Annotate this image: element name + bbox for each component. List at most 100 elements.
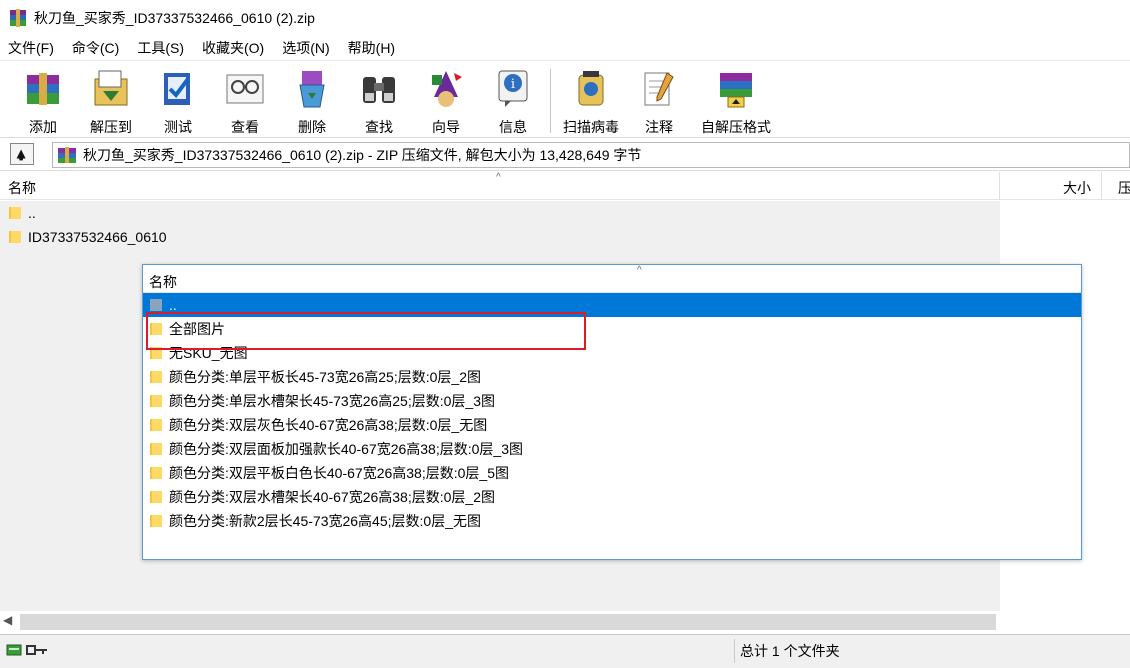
find-label: 查找 — [365, 119, 393, 135]
horizontal-scrollbar[interactable]: ◀ — [0, 611, 1000, 633]
popup-item[interactable]: 颜色分类:新款2层长45-73宽26高45;层数:0层_无图 — [149, 509, 481, 533]
folder-icon — [150, 419, 162, 431]
status-text: 总计 1 个文件夹 — [740, 643, 840, 659]
test-icon — [164, 73, 190, 105]
virus-scan-label: 扫描病毒 — [563, 119, 619, 135]
popup-item-name: 颜色分类:新款2层长45-73宽26高45;层数:0层_无图 — [169, 513, 481, 529]
svg-text:i: i — [511, 77, 515, 92]
key-icon — [26, 645, 47, 655]
test-label: 测试 — [164, 119, 192, 135]
view-label: 查看 — [231, 119, 259, 135]
list-item[interactable]: ID37337532466_0610 — [8, 225, 167, 249]
menu-commands[interactable]: 命令(C) — [70, 36, 121, 60]
extract-to-label: 解压到 — [90, 119, 132, 135]
menu-tools[interactable]: 工具(S) — [135, 36, 186, 60]
virus-scan-icon — [578, 71, 604, 106]
wizard-icon — [432, 71, 462, 107]
info-icon: i — [498, 70, 528, 107]
drive-icon — [6, 644, 22, 656]
scrollbar-track[interactable] — [20, 614, 996, 630]
test-button[interactable]: 测试 — [145, 67, 211, 135]
popup-column-name[interactable]: 名称 — [149, 272, 177, 292]
wizard-button[interactable]: 向导 — [413, 67, 479, 135]
folder-icon — [150, 467, 162, 479]
column-size[interactable]: 大小 — [1063, 178, 1091, 198]
delete-icon — [299, 71, 325, 108]
column-divider[interactable] — [999, 172, 1000, 200]
file-list-header: 名称 ^ 大小 压 — [0, 172, 1130, 200]
wizard-label: 向导 — [432, 119, 460, 135]
add-icon — [27, 73, 59, 105]
delete-button[interactable]: 删除 — [279, 67, 345, 135]
view-icon — [226, 74, 264, 104]
popup-item-name: .. — [169, 297, 177, 313]
sfx-label: 自解压格式 — [701, 119, 771, 135]
menu-favorites[interactable]: 收藏夹(O) — [200, 36, 266, 60]
folder-icon — [150, 443, 162, 455]
sort-ascending-icon: ^ — [496, 172, 501, 183]
title-bar: 秋刀鱼_买家秀_ID37337532466_0610 (2).zip — [0, 0, 1130, 36]
popup-item-name: 颜色分类:双层灰色长40-67宽26高38;层数:0层_无图 — [169, 417, 488, 433]
sfx-icon — [720, 73, 752, 108]
add-label: 添加 — [29, 119, 57, 135]
popup-item-name: 颜色分类:双层面板加强款长40-67宽26高38;层数:0层_3图 — [169, 441, 523, 457]
column-packed[interactable]: 压 — [1118, 178, 1130, 198]
popup-item-name: 颜色分类:双层平板白色长40-67宽26高38;层数:0层_5图 — [169, 465, 509, 481]
address-bar: 秋刀鱼_买家秀_ID37337532466_0610 (2).zip - ZIP… — [0, 139, 1130, 171]
comment-icon — [644, 72, 674, 106]
folder-icon — [9, 207, 21, 219]
virus-scan-button[interactable]: 扫描病毒 — [558, 67, 624, 135]
sort-ascending-icon: ^ — [637, 265, 642, 276]
menu-help[interactable]: 帮助(H) — [346, 36, 397, 60]
folder-icon — [150, 395, 162, 407]
folder-icon — [9, 231, 21, 243]
column-divider[interactable] — [1101, 172, 1102, 200]
window-title: 秋刀鱼_买家秀_ID37337532466_0610 (2).zip — [34, 10, 315, 26]
list-item[interactable]: .. — [8, 201, 36, 225]
folder-icon — [150, 371, 162, 383]
view-button[interactable]: 查看 — [212, 67, 278, 135]
highlight-annotation-box — [146, 312, 586, 350]
popup-item-name: 颜色分类:单层水槽架长45-73宽26高25;层数:0层_3图 — [169, 393, 495, 409]
zip-archive-icon — [58, 147, 76, 163]
scroll-left-icon[interactable]: ◀ — [3, 613, 12, 627]
list-item-name: ID37337532466_0610 — [28, 229, 167, 245]
toolbar-separator — [550, 69, 551, 133]
find-button[interactable]: 查找 — [346, 67, 412, 135]
folder-icon — [150, 515, 162, 527]
popup-item[interactable]: 颜色分类:双层水槽架长40-67宽26高38;层数:0层_2图 — [149, 485, 495, 509]
column-name[interactable]: 名称 — [8, 178, 36, 198]
folder-icon — [150, 491, 162, 503]
comment-label: 注释 — [645, 119, 673, 135]
toolbar: 添加 解压到 测试 查看 删除 查找 向导 i 信息 扫描病毒 注释 自解压格式 — [0, 60, 1130, 138]
comment-button[interactable]: 注释 — [626, 67, 692, 135]
menu-bar: 文件(F) 命令(C) 工具(S) 收藏夹(O) 选项(N) 帮助(H) — [0, 36, 1130, 60]
popup-item[interactable]: 颜色分类:单层平板长45-73宽26高25;层数:0层_2图 — [149, 365, 481, 389]
extract-to-button[interactable]: 解压到 — [78, 67, 144, 135]
popup-item[interactable]: 颜色分类:双层平板白色长40-67宽26高38;层数:0层_5图 — [149, 461, 509, 485]
delete-label: 删除 — [298, 119, 326, 135]
winrar-app-icon — [10, 9, 26, 27]
status-bar: 总计 1 个文件夹 — [0, 634, 1130, 668]
popup-header: 名称 ^ — [143, 265, 1081, 293]
extract-to-icon — [94, 70, 128, 106]
info-button[interactable]: i 信息 — [480, 67, 546, 135]
popup-item[interactable]: 颜色分类:双层面板加强款长40-67宽26高38;层数:0层_3图 — [149, 437, 523, 461]
up-folder-button[interactable] — [10, 143, 34, 165]
info-label: 信息 — [499, 119, 527, 135]
folder-preview-popup[interactable]: 名称 ^ .. 全部图片 无SKU_无图 颜色分类:单层平板长45-73宽26高… — [142, 264, 1082, 560]
status-divider — [734, 639, 735, 663]
sfx-button[interactable]: 自解压格式 — [698, 67, 774, 135]
popup-item[interactable]: 颜色分类:双层灰色长40-67宽26高38;层数:0层_无图 — [149, 413, 487, 437]
popup-item-name: 颜色分类:双层水槽架长40-67宽26高38;层数:0层_2图 — [169, 489, 495, 505]
menu-file[interactable]: 文件(F) — [6, 36, 56, 60]
parent-folder-icon — [150, 299, 162, 311]
find-icon — [363, 77, 395, 103]
list-item-name: .. — [28, 205, 36, 221]
menu-options[interactable]: 选项(N) — [280, 36, 331, 60]
path-field[interactable]: 秋刀鱼_买家秀_ID37337532466_0610 (2).zip - ZIP… — [52, 142, 1130, 168]
path-text: 秋刀鱼_买家秀_ID37337532466_0610 (2).zip - ZIP… — [83, 147, 642, 163]
popup-item[interactable]: 颜色分类:单层水槽架长45-73宽26高25;层数:0层_3图 — [149, 389, 495, 413]
add-button[interactable]: 添加 — [10, 67, 76, 135]
popup-item-name: 颜色分类:单层平板长45-73宽26高25;层数:0层_2图 — [169, 369, 481, 385]
